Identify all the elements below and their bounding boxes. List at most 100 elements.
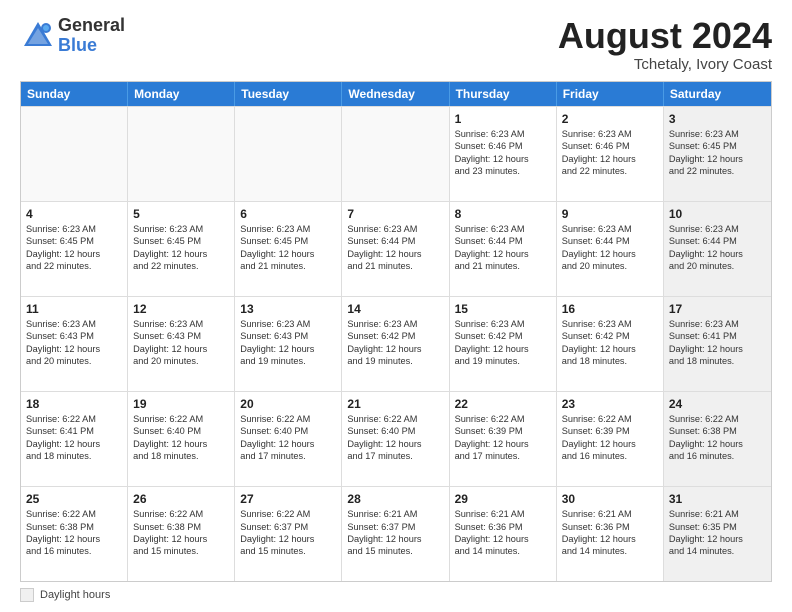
sunrise-text: Sunrise: 6:22 AM	[133, 508, 229, 520]
day-number: 6	[240, 206, 336, 222]
daylight-minutes-text: and 16 minutes.	[669, 450, 766, 462]
daylight-text: Daylight: 12 hours	[455, 153, 551, 165]
header-day-thursday: Thursday	[450, 82, 557, 106]
sunrise-text: Sunrise: 6:22 AM	[240, 413, 336, 425]
empty-cell	[128, 107, 235, 201]
sunrise-text: Sunrise: 6:23 AM	[669, 128, 766, 140]
daylight-text: Daylight: 12 hours	[562, 343, 658, 355]
day-cell-18: 18Sunrise: 6:22 AMSunset: 6:41 PMDayligh…	[21, 392, 128, 486]
day-cell-19: 19Sunrise: 6:22 AMSunset: 6:40 PMDayligh…	[128, 392, 235, 486]
daylight-minutes-text: and 20 minutes.	[669, 260, 766, 272]
sunset-text: Sunset: 6:43 PM	[240, 330, 336, 342]
day-cell-25: 25Sunrise: 6:22 AMSunset: 6:38 PMDayligh…	[21, 487, 128, 581]
daylight-text: Daylight: 12 hours	[347, 248, 443, 260]
day-cell-10: 10Sunrise: 6:23 AMSunset: 6:44 PMDayligh…	[664, 202, 771, 296]
day-cell-15: 15Sunrise: 6:23 AMSunset: 6:42 PMDayligh…	[450, 297, 557, 391]
daylight-minutes-text: and 22 minutes.	[562, 165, 658, 177]
daylight-minutes-text: and 20 minutes.	[562, 260, 658, 272]
daylight-text: Daylight: 12 hours	[562, 248, 658, 260]
daylight-text: Daylight: 12 hours	[669, 438, 766, 450]
sunrise-text: Sunrise: 6:23 AM	[133, 223, 229, 235]
daylight-minutes-text: and 19 minutes.	[455, 355, 551, 367]
sunset-text: Sunset: 6:40 PM	[133, 425, 229, 437]
day-number: 19	[133, 396, 229, 412]
sunset-text: Sunset: 6:41 PM	[26, 425, 122, 437]
daylight-minutes-text: and 17 minutes.	[347, 450, 443, 462]
sunrise-text: Sunrise: 6:23 AM	[562, 128, 658, 140]
daylight-text: Daylight: 12 hours	[347, 438, 443, 450]
daylight-minutes-text: and 19 minutes.	[240, 355, 336, 367]
day-cell-13: 13Sunrise: 6:23 AMSunset: 6:43 PMDayligh…	[235, 297, 342, 391]
sunset-text: Sunset: 6:36 PM	[455, 521, 551, 533]
daylight-minutes-text: and 23 minutes.	[455, 165, 551, 177]
day-cell-14: 14Sunrise: 6:23 AMSunset: 6:42 PMDayligh…	[342, 297, 449, 391]
day-number: 10	[669, 206, 766, 222]
sunset-text: Sunset: 6:45 PM	[26, 235, 122, 247]
daylight-text: Daylight: 12 hours	[562, 153, 658, 165]
daylight-text: Daylight: 12 hours	[347, 343, 443, 355]
daylight-text: Daylight: 12 hours	[133, 248, 229, 260]
header-day-monday: Monday	[128, 82, 235, 106]
day-cell-5: 5Sunrise: 6:23 AMSunset: 6:45 PMDaylight…	[128, 202, 235, 296]
calendar-row-1: 4Sunrise: 6:23 AMSunset: 6:45 PMDaylight…	[21, 201, 771, 296]
sunset-text: Sunset: 6:42 PM	[455, 330, 551, 342]
day-cell-29: 29Sunrise: 6:21 AMSunset: 6:36 PMDayligh…	[450, 487, 557, 581]
title-location: Tchetaly, Ivory Coast	[558, 56, 772, 73]
daylight-text: Daylight: 12 hours	[133, 533, 229, 545]
daylight-text: Daylight: 12 hours	[133, 438, 229, 450]
daylight-minutes-text: and 15 minutes.	[133, 545, 229, 557]
daylight-minutes-text: and 17 minutes.	[240, 450, 336, 462]
sunrise-text: Sunrise: 6:22 AM	[562, 413, 658, 425]
daylight-text: Daylight: 12 hours	[455, 343, 551, 355]
sunrise-text: Sunrise: 6:23 AM	[455, 128, 551, 140]
sunrise-text: Sunrise: 6:23 AM	[455, 223, 551, 235]
sunset-text: Sunset: 6:37 PM	[240, 521, 336, 533]
sunrise-text: Sunrise: 6:22 AM	[26, 413, 122, 425]
legend-box	[20, 588, 34, 602]
daylight-minutes-text: and 18 minutes.	[669, 355, 766, 367]
day-number: 31	[669, 491, 766, 507]
header-day-saturday: Saturday	[664, 82, 771, 106]
day-cell-31: 31Sunrise: 6:21 AMSunset: 6:35 PMDayligh…	[664, 487, 771, 581]
day-cell-2: 2Sunrise: 6:23 AMSunset: 6:46 PMDaylight…	[557, 107, 664, 201]
sunset-text: Sunset: 6:36 PM	[562, 521, 658, 533]
calendar-header: SundayMondayTuesdayWednesdayThursdayFrid…	[21, 82, 771, 106]
daylight-text: Daylight: 12 hours	[669, 533, 766, 545]
sunset-text: Sunset: 6:44 PM	[669, 235, 766, 247]
day-number: 9	[562, 206, 658, 222]
day-number: 14	[347, 301, 443, 317]
legend-label: Daylight hours	[40, 589, 110, 601]
daylight-text: Daylight: 12 hours	[240, 248, 336, 260]
day-number: 2	[562, 111, 658, 127]
sunset-text: Sunset: 6:35 PM	[669, 521, 766, 533]
day-cell-12: 12Sunrise: 6:23 AMSunset: 6:43 PMDayligh…	[128, 297, 235, 391]
day-cell-20: 20Sunrise: 6:22 AMSunset: 6:40 PMDayligh…	[235, 392, 342, 486]
header-day-wednesday: Wednesday	[342, 82, 449, 106]
day-cell-17: 17Sunrise: 6:23 AMSunset: 6:41 PMDayligh…	[664, 297, 771, 391]
day-cell-22: 22Sunrise: 6:22 AMSunset: 6:39 PMDayligh…	[450, 392, 557, 486]
calendar-row-2: 11Sunrise: 6:23 AMSunset: 6:43 PMDayligh…	[21, 296, 771, 391]
empty-cell	[235, 107, 342, 201]
daylight-minutes-text: and 22 minutes.	[26, 260, 122, 272]
sunrise-text: Sunrise: 6:22 AM	[133, 413, 229, 425]
day-number: 17	[669, 301, 766, 317]
sunrise-text: Sunrise: 6:23 AM	[669, 223, 766, 235]
sunrise-text: Sunrise: 6:23 AM	[562, 223, 658, 235]
logo: General Blue	[20, 16, 125, 56]
calendar-row-4: 25Sunrise: 6:22 AMSunset: 6:38 PMDayligh…	[21, 486, 771, 581]
sunrise-text: Sunrise: 6:22 AM	[669, 413, 766, 425]
daylight-text: Daylight: 12 hours	[669, 153, 766, 165]
sunset-text: Sunset: 6:38 PM	[133, 521, 229, 533]
sunrise-text: Sunrise: 6:23 AM	[240, 223, 336, 235]
daylight-text: Daylight: 12 hours	[240, 533, 336, 545]
daylight-text: Daylight: 12 hours	[455, 248, 551, 260]
day-number: 30	[562, 491, 658, 507]
calendar-row-0: 1Sunrise: 6:23 AMSunset: 6:46 PMDaylight…	[21, 106, 771, 201]
sunrise-text: Sunrise: 6:22 AM	[455, 413, 551, 425]
sunrise-text: Sunrise: 6:23 AM	[455, 318, 551, 330]
daylight-minutes-text: and 14 minutes.	[669, 545, 766, 557]
daylight-text: Daylight: 12 hours	[26, 438, 122, 450]
daylight-minutes-text: and 18 minutes.	[26, 450, 122, 462]
header-day-tuesday: Tuesday	[235, 82, 342, 106]
logo-text: General Blue	[58, 16, 125, 56]
